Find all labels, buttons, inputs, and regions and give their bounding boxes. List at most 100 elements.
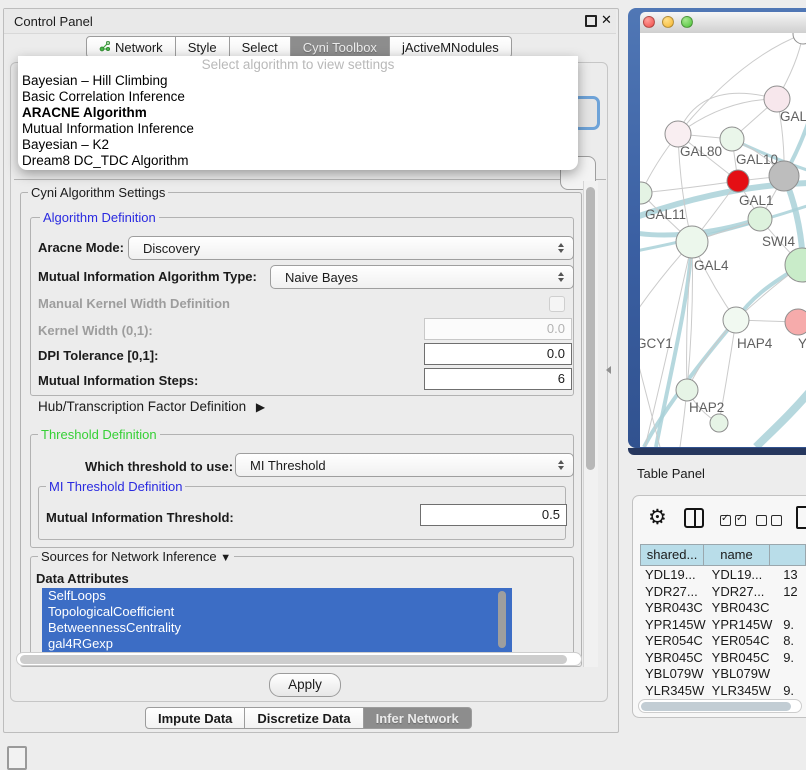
chevron-right-icon: ▶ bbox=[256, 400, 265, 414]
minimize-traffic-light-icon[interactable] bbox=[662, 16, 674, 28]
tab-network[interactable]: Network bbox=[86, 36, 176, 58]
settings-vertical-scrollbar[interactable] bbox=[583, 181, 598, 667]
close-traffic-light-icon[interactable] bbox=[643, 16, 655, 28]
which-threshold-value: MI Threshold bbox=[236, 458, 558, 473]
network-node[interactable] bbox=[710, 414, 728, 432]
algorithm-option[interactable]: ARACNE Algorithm bbox=[18, 105, 578, 121]
spinner-arrows-icon bbox=[558, 460, 564, 470]
network-node[interactable] bbox=[748, 207, 772, 231]
tab-label: jActiveMNodules bbox=[402, 37, 499, 58]
scrollbar-thumb[interactable] bbox=[20, 655, 567, 664]
checked-checkboxes-icon[interactable] bbox=[720, 514, 746, 529]
kernel-width-input[interactable]: 0.0 bbox=[424, 318, 572, 340]
apply-button[interactable]: Apply bbox=[269, 673, 341, 697]
table-cell: YDL19... bbox=[640, 567, 708, 584]
algorithm-option[interactable]: Bayesian – Hill Climbing bbox=[18, 73, 578, 89]
network-node-label: GAL1 bbox=[739, 193, 774, 208]
mi-steps-label: Mutual Information Steps: bbox=[38, 373, 198, 388]
algorithm-option[interactable]: Bayesian – K2 bbox=[18, 137, 578, 153]
settings-horizontal-scrollbar[interactable] bbox=[16, 652, 582, 666]
manual-kernel-checkbox[interactable] bbox=[549, 296, 565, 312]
dpi-tolerance-label: DPI Tolerance [0,1]: bbox=[38, 348, 158, 363]
gear-icon[interactable]: ⚙ bbox=[648, 505, 667, 530]
network-edge[interactable] bbox=[756, 389, 806, 447]
table-header-row: shared...name bbox=[640, 544, 806, 566]
network-node[interactable] bbox=[727, 170, 749, 192]
table-column-header[interactable] bbox=[770, 544, 806, 566]
mi-steps-input[interactable]: 6 bbox=[424, 368, 572, 390]
list-scrollbar-thumb[interactable] bbox=[498, 591, 506, 648]
network-node[interactable] bbox=[785, 248, 806, 282]
table-column-header[interactable]: name bbox=[704, 544, 770, 566]
algorithm-option[interactable]: Basic Correlation Inference bbox=[18, 89, 578, 105]
algorithm-option[interactable]: Mutual Information Inference bbox=[18, 121, 578, 137]
control-panel-tabbar: NetworkStyleSelect Cyni Toolbox jActiveMNo… bbox=[86, 36, 512, 58]
table-row[interactable]: YBL079WYBL079W bbox=[640, 666, 806, 683]
tab-cyni-toolbox[interactable]: Cyni Toolbox bbox=[291, 36, 390, 58]
scrollbar-thumb[interactable] bbox=[641, 702, 791, 711]
table-row[interactable]: YPR145WYPR145W9. bbox=[640, 617, 806, 634]
network-node-label: GCY1 bbox=[640, 336, 673, 351]
mi-type-select[interactable]: Naive Bayes bbox=[270, 265, 574, 289]
attribute-list-item[interactable]: BetweennessCentrality bbox=[42, 620, 512, 636]
tab-infer-network[interactable]: Infer Network bbox=[364, 707, 472, 729]
mi-threshold-input[interactable]: 0.5 bbox=[420, 504, 567, 526]
maximize-icon[interactable] bbox=[585, 15, 597, 27]
network-node-label: SWI4 bbox=[762, 234, 795, 249]
tab-discretize-data[interactable]: Discretize Data bbox=[245, 707, 363, 729]
table-cell: 9. bbox=[777, 683, 806, 700]
kernel-width-label: Kernel Width (0,1): bbox=[38, 323, 153, 338]
control-panel-titlebar[interactable] bbox=[4, 9, 616, 34]
network-node[interactable] bbox=[676, 226, 708, 258]
tab-impute-data[interactable]: Impute Data bbox=[145, 707, 245, 729]
data-attributes-list[interactable]: SelfLoopsTopologicalCoefficientBetweenne… bbox=[42, 588, 512, 652]
table-horizontal-scrollbar[interactable] bbox=[638, 699, 802, 713]
tab-select[interactable]: Select bbox=[230, 36, 291, 58]
sources-legend[interactable]: Sources for Network Inference ▼ bbox=[38, 549, 234, 564]
tab-jactivemnodules[interactable]: jActiveMNodules bbox=[390, 36, 512, 58]
network-node-label: GAL4 bbox=[694, 258, 729, 273]
zoom-traffic-light-icon[interactable] bbox=[681, 16, 693, 28]
network-node[interactable] bbox=[720, 127, 744, 151]
aracne-mode-label: Aracne Mode: bbox=[38, 240, 124, 255]
table-cell: YLR345W bbox=[640, 683, 708, 700]
attribute-list-item[interactable]: SelfLoops bbox=[42, 588, 512, 604]
tab-style[interactable]: Style bbox=[176, 36, 230, 58]
table-row[interactable]: YLR345WYLR345W9. bbox=[640, 683, 806, 700]
hub-definition-label: Hub/Transcription Factor Definition bbox=[38, 399, 246, 414]
network-node[interactable] bbox=[723, 307, 749, 333]
data-attributes-label: Data Attributes bbox=[36, 571, 129, 586]
network-window-frame-edge bbox=[628, 448, 806, 455]
table-column-header[interactable]: shared... bbox=[640, 544, 704, 566]
table-row[interactable]: YDL19...YDL19...13 bbox=[640, 567, 806, 584]
network-node[interactable] bbox=[640, 182, 652, 204]
mi-type-value: Naive Bayes bbox=[271, 270, 558, 285]
table-cell: 9. bbox=[777, 617, 806, 634]
close-icon[interactable]: ✕ bbox=[601, 12, 612, 28]
aracne-mode-select[interactable]: Discovery bbox=[128, 236, 574, 260]
network-node[interactable] bbox=[785, 309, 806, 335]
panel-splitter-handle[interactable] bbox=[606, 366, 611, 374]
hub-definition-expander[interactable]: Hub/Transcription Factor Definition ▶ bbox=[38, 399, 265, 414]
table-row[interactable]: YBR045CYBR045C9. bbox=[640, 650, 806, 667]
column-layout-icon[interactable] bbox=[684, 508, 704, 528]
network-node[interactable] bbox=[676, 379, 698, 401]
network-node[interactable] bbox=[793, 33, 806, 44]
network-node-label: GAL bbox=[780, 109, 806, 124]
network-canvas[interactable]: GALGAL80GAL10GAL1GAL11SWI4GAL4GCY1HAP4YH… bbox=[640, 33, 806, 447]
algorithm-option[interactable]: Dream8 DC_TDC Algorithm bbox=[18, 153, 578, 169]
which-threshold-select[interactable]: MI Threshold bbox=[235, 453, 574, 477]
document-icon[interactable] bbox=[796, 506, 806, 529]
table-row[interactable]: YBR043CYBR043C bbox=[640, 600, 806, 617]
algorithm-options: Bayesian – Hill ClimbingBasic Correlatio… bbox=[18, 73, 578, 169]
table-row[interactable]: YDR27...YDR27...12 bbox=[640, 584, 806, 601]
scrollbar-thumb[interactable] bbox=[586, 187, 595, 470]
unchecked-checkboxes-icon[interactable] bbox=[756, 514, 782, 529]
tab-label: Cyni Toolbox bbox=[303, 37, 377, 58]
dpi-tolerance-input[interactable]: 0.0 bbox=[424, 343, 572, 365]
attribute-list-item[interactable]: gal4RGexp bbox=[42, 636, 512, 652]
table-row[interactable]: YER054CYER054C8. bbox=[640, 633, 806, 650]
floating-palette-icon[interactable] bbox=[7, 746, 27, 770]
spinner-arrows-icon bbox=[558, 243, 564, 253]
attribute-list-item[interactable]: TopologicalCoefficient bbox=[42, 604, 512, 620]
